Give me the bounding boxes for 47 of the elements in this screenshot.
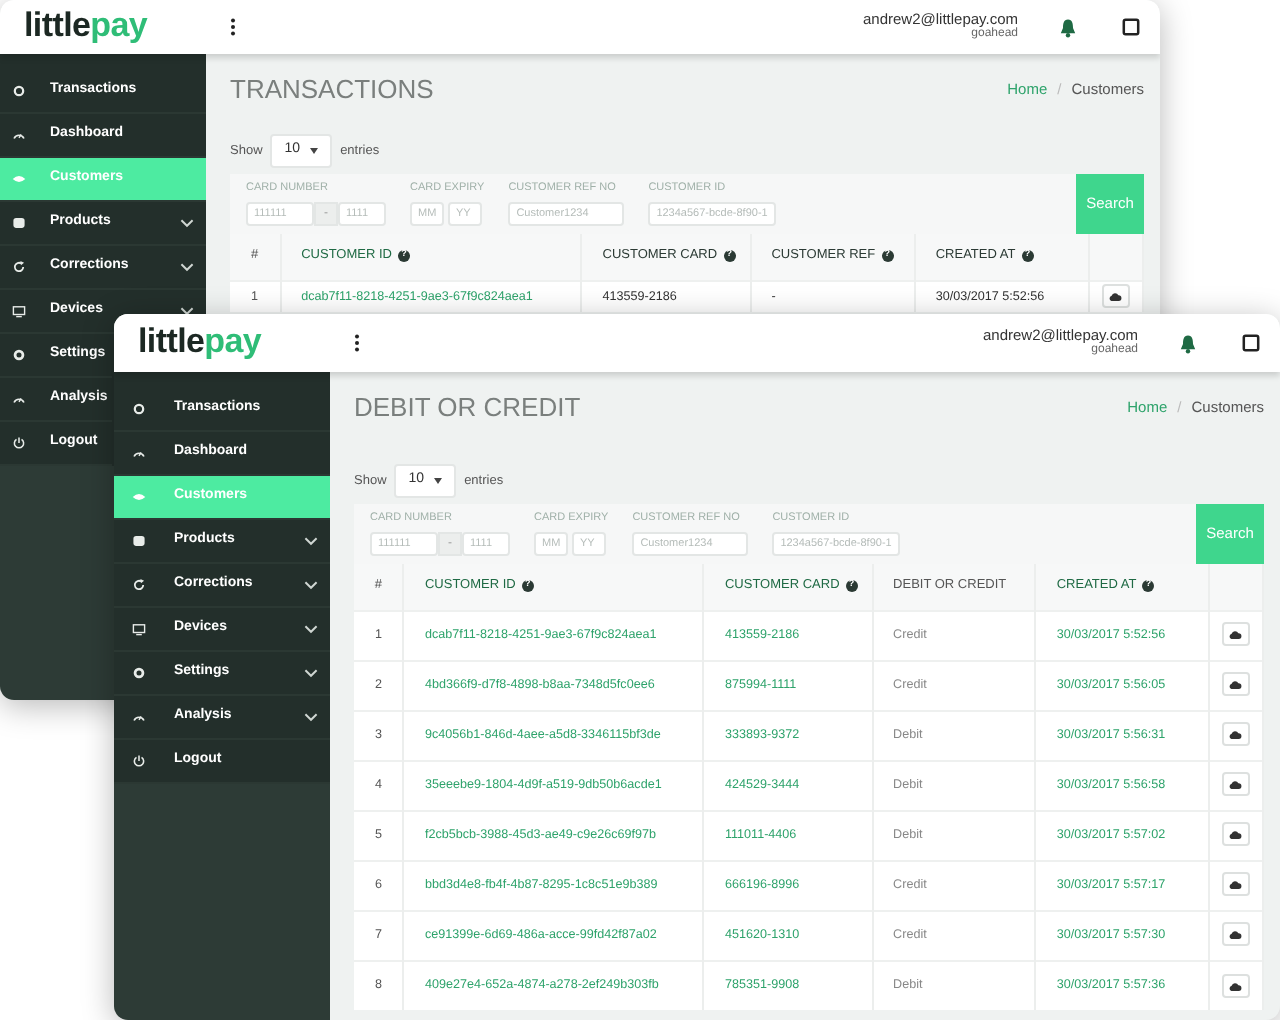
download-button[interactable] xyxy=(1221,872,1250,897)
download-button[interactable] xyxy=(1221,672,1250,697)
menu-icon[interactable] xyxy=(230,18,236,36)
power-icon xyxy=(132,754,146,768)
box-icon xyxy=(12,216,26,230)
cloud-icon xyxy=(1228,828,1243,841)
download-button[interactable] xyxy=(1221,922,1250,947)
download-button[interactable] xyxy=(1101,284,1130,309)
ring-icon xyxy=(132,666,146,680)
ring-icon xyxy=(12,348,26,362)
logo: littlepay xyxy=(24,5,148,43)
refresh-icon xyxy=(12,260,26,274)
download-button[interactable] xyxy=(1221,973,1250,998)
cloud-icon xyxy=(1228,928,1243,941)
monitor-icon xyxy=(132,622,146,636)
gauge-icon xyxy=(132,710,146,724)
bell-icon[interactable] xyxy=(1058,17,1078,37)
gauge-icon xyxy=(132,446,146,460)
cloud-icon xyxy=(1228,678,1243,691)
power-icon xyxy=(12,436,26,450)
bell-icon[interactable] xyxy=(1178,333,1198,353)
caret-icon xyxy=(310,148,319,154)
menu-icon[interactable] xyxy=(354,334,360,352)
cloud-icon xyxy=(1228,878,1243,891)
circle-icon xyxy=(12,84,26,98)
download-button[interactable] xyxy=(1221,772,1250,797)
cloud-icon xyxy=(1228,778,1243,791)
circle-icon xyxy=(132,402,146,416)
monitor-icon xyxy=(12,304,26,318)
page-title: TRANSACTIONS xyxy=(230,76,434,102)
cloud-icon xyxy=(1228,728,1243,741)
page-title: DEBIT OR CREDIT xyxy=(354,394,581,420)
cloud-icon xyxy=(1228,628,1243,641)
gauge-icon xyxy=(12,392,26,406)
fullscreen-icon[interactable] xyxy=(1242,334,1260,352)
cloud-icon xyxy=(1108,290,1123,303)
eye-icon xyxy=(12,172,26,186)
caret-icon xyxy=(434,478,443,484)
cloud-icon xyxy=(1228,979,1243,992)
gauge-icon xyxy=(12,128,26,142)
download-button[interactable] xyxy=(1221,822,1250,847)
box-icon xyxy=(132,534,146,548)
download-button[interactable] xyxy=(1221,722,1250,747)
eye-icon xyxy=(132,490,146,504)
fullscreen-icon[interactable] xyxy=(1122,18,1140,36)
download-button[interactable] xyxy=(1221,622,1250,647)
refresh-icon xyxy=(132,578,146,592)
